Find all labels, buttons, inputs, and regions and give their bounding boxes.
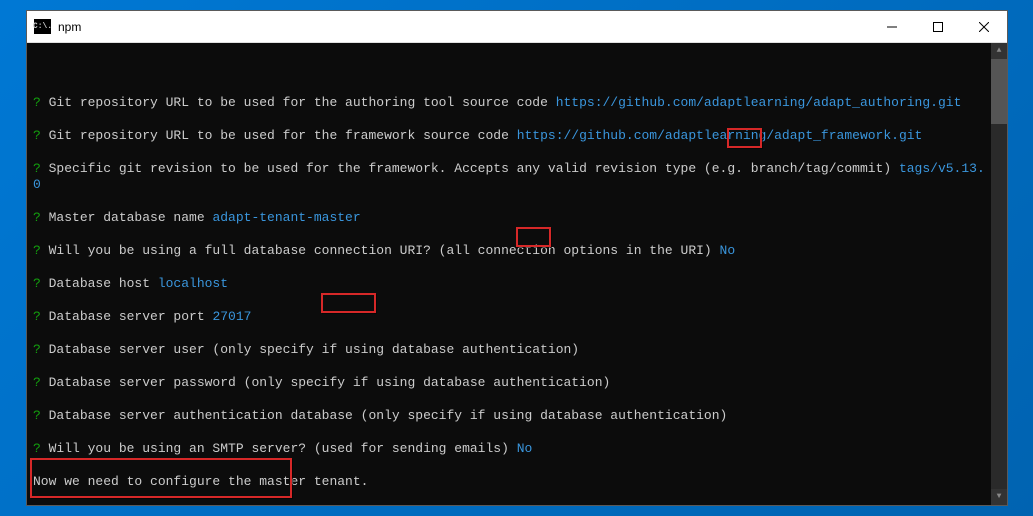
prompt-authoring-url: Git repository URL to be used for the au… [49,95,556,110]
terminal-content: ? Git repository URL to be used for the … [33,78,1001,505]
prompt-db-pass: Database server password (only specify i… [49,375,611,390]
answer-framework-url: https://github.com/adaptlearning/adapt_f… [517,128,923,143]
answer-master-db: adapt-tenant-master [212,210,360,225]
titlebar-left: C:\. npm [27,19,81,34]
prompt-db-host: Database host [49,276,158,291]
window-title: npm [58,20,81,34]
terminal-area[interactable]: ? Git repository URL to be used for the … [27,43,1007,505]
answer-authoring-url: https://github.com/adaptlearning/adapt_a… [556,95,962,110]
prompt-db-user: Database server user (only specify if us… [49,342,580,357]
prompt-git-revision: Specific git revision to be used for the… [49,161,899,176]
prompt-framework-url: Git repository URL to be used for the fr… [49,128,517,143]
prompt-smtp: Will you be using an SMTP server? (used … [49,441,517,456]
scrollbar[interactable]: ▲ ▼ [991,43,1007,505]
prompt-master-db: Master database name [49,210,213,225]
terminal-window: C:\. npm ? Git repository URL to be used… [26,10,1008,506]
msg-configure-tenant: Now we need to configure the master tena… [33,474,985,491]
answer-smtp: No [517,441,533,456]
prompt-db-port: Database server port [49,309,213,324]
scroll-down-arrow[interactable]: ▼ [991,489,1007,505]
prompt-full-uri: Will you be using a full database connec… [49,243,720,258]
answer-db-port: 27017 [212,309,251,324]
minimize-button[interactable] [869,11,915,42]
answer-db-host: localhost [158,276,228,291]
answer-full-uri: No [720,243,736,258]
prompt-db-authdb: Database server authentication database … [49,408,728,423]
close-button[interactable] [961,11,1007,42]
maximize-button[interactable] [915,11,961,42]
titlebar[interactable]: C:\. npm [27,11,1007,43]
scroll-thumb[interactable] [991,59,1007,124]
scroll-up-arrow[interactable]: ▲ [991,43,1007,59]
window-controls [869,11,1007,42]
cmd-icon: C:\. [34,19,51,34]
